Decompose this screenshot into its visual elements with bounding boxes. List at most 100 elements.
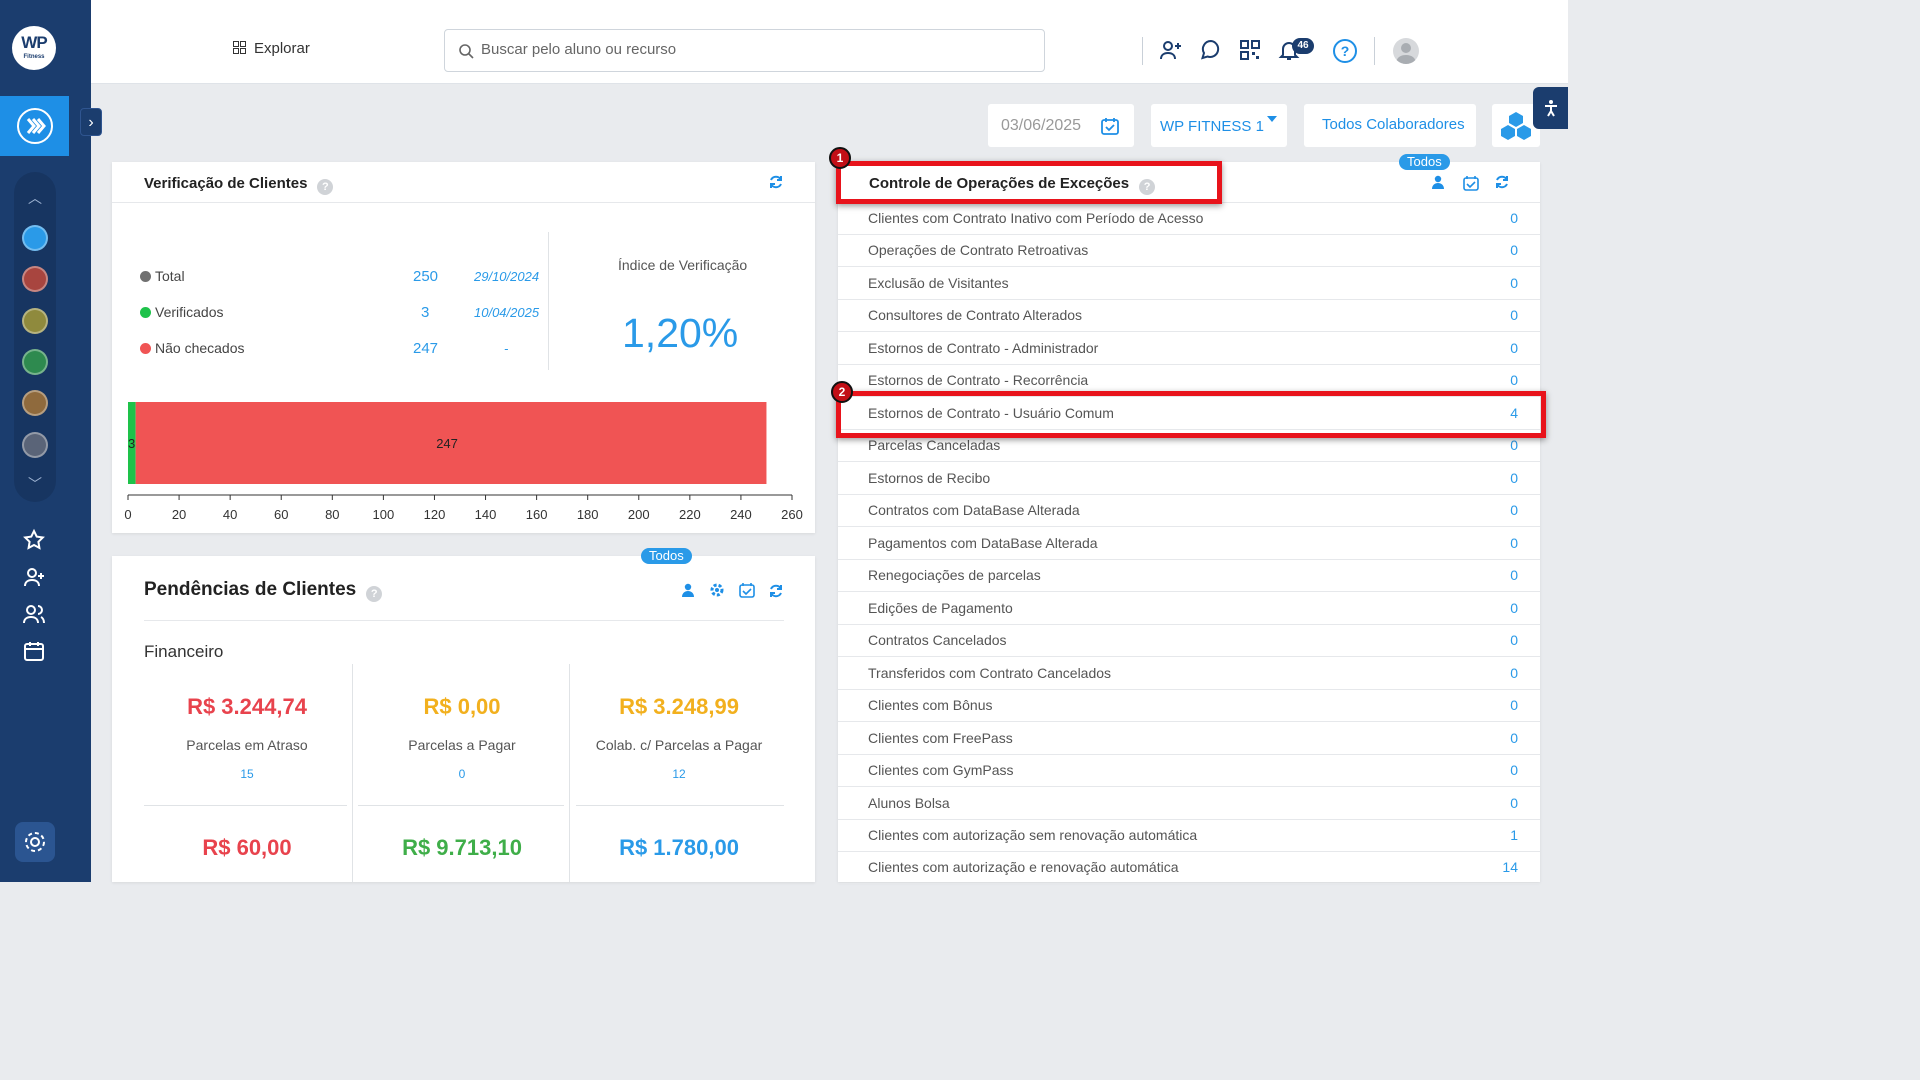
help-icon[interactable]: ?	[317, 179, 334, 195]
exception-row[interactable]: Alunos Bolsa 0	[838, 787, 1540, 820]
search-box[interactable]	[444, 29, 1045, 72]
refresh-icon[interactable]	[768, 583, 784, 599]
chevron-down-icon[interactable]: ﹀	[14, 474, 56, 494]
nao-checados-date: -	[504, 341, 509, 356]
exception-row[interactable]: Pagamentos com DataBase Alterada 0	[838, 527, 1540, 560]
module-agenda-icon[interactable]	[22, 390, 48, 416]
legend-dot	[140, 271, 151, 282]
divider	[144, 805, 347, 806]
grid-icon	[233, 41, 246, 54]
star-icon[interactable]	[22, 528, 48, 554]
exception-row[interactable]: Estornos de Contrato - Administrador 0	[838, 332, 1540, 365]
module-vendas-icon[interactable]	[22, 349, 48, 375]
legend-total: Total	[140, 268, 185, 284]
bar-data-label-1: 247	[436, 436, 458, 451]
refresh-icon[interactable]	[1494, 174, 1510, 190]
x-tick-label-260: 260	[781, 507, 803, 522]
search-input[interactable]	[481, 41, 1021, 58]
avatar[interactable]	[1393, 38, 1419, 64]
company-select[interactable]: WP FITNESS 1	[1151, 104, 1287, 147]
label-colab-parcelas: Colab. c/ Parcelas a Pagar	[595, 737, 763, 753]
exception-row[interactable]: Renegociações de parcelas 0	[838, 559, 1540, 592]
exception-row[interactable]: Clientes com GymPass 0	[838, 754, 1540, 787]
exception-row[interactable]: Estornos de Recibo 0	[838, 462, 1540, 495]
pendencias-panel: Pendências de Clientes? Todos Financeiro…	[112, 548, 815, 882]
chevron-up-icon[interactable]: ︿	[14, 188, 56, 208]
users-icon[interactable]	[22, 602, 48, 628]
verificados-date: 10/04/2025	[474, 305, 540, 320]
add-user-icon[interactable]	[22, 565, 48, 591]
total-count[interactable]: 250	[413, 268, 438, 285]
exception-row[interactable]: Contratos com DataBase Alterada 0	[838, 494, 1540, 527]
collaborators-filter[interactable]: Todos Colaboradores	[1304, 104, 1476, 147]
x-tick-label-180: 180	[577, 507, 599, 522]
refresh-icon[interactable]	[768, 174, 784, 190]
add-person-icon[interactable]	[1159, 38, 1183, 62]
divider	[352, 664, 353, 882]
chat-icon[interactable]	[1199, 38, 1223, 62]
explore-button[interactable]: Explorar	[233, 40, 310, 57]
legend-verificados: Verificados	[140, 304, 223, 320]
gear-icon[interactable]	[709, 582, 725, 598]
count-parcelas-atraso[interactable]: 15	[142, 767, 352, 781]
count-parcelas-pagar[interactable]: 0	[357, 767, 567, 781]
user-icon[interactable]	[681, 583, 695, 597]
brand-logo[interactable]: WP Fitness	[12, 26, 56, 70]
top-bar: Explorar 46 ?	[91, 0, 1568, 84]
divider	[112, 202, 815, 203]
module-gestao-icon[interactable]	[22, 432, 48, 458]
calendar-check-icon[interactable]	[739, 582, 755, 598]
nao-checados-count[interactable]: 247	[413, 340, 438, 357]
amount-parcelas-pagar: R$ 0,00	[423, 694, 501, 719]
active-module-button[interactable]	[0, 96, 69, 156]
exception-row[interactable]: Clientes com autorização sem renovação a…	[838, 819, 1540, 852]
legend-nao-checados: Não checados	[140, 340, 245, 356]
user-icon[interactable]	[1431, 175, 1445, 189]
divider	[144, 620, 784, 621]
bar-data-label-0: 3	[128, 436, 135, 451]
module-crm-icon[interactable]	[22, 266, 48, 292]
count-colab-parcelas[interactable]: 12	[574, 767, 784, 781]
exception-row[interactable]: Edições de Pagamento 0	[838, 592, 1540, 625]
annotation-marker-2: 2	[831, 381, 853, 403]
amount-parcelas-atraso: R$ 3.244,74	[187, 694, 307, 719]
section-title: Financeiro	[144, 642, 224, 661]
index-label: Índice de Verificação	[618, 257, 748, 273]
panel-title: Verificação de Clientes?	[144, 175, 334, 195]
exception-row[interactable]: Contratos Cancelados 0	[838, 624, 1540, 657]
exception-row[interactable]: Clientes com autorização e renovação aut…	[838, 851, 1540, 884]
cubes-icon	[1501, 112, 1531, 140]
exception-row[interactable]: Transferidos com Contrato Cancelados 0	[838, 657, 1540, 690]
accessibility-tab[interactable]	[1533, 87, 1568, 129]
calendar-icon[interactable]	[22, 639, 48, 665]
exception-row[interactable]: Clientes com FreePass 0	[838, 722, 1540, 755]
date-filter[interactable]: 03/06/2025	[988, 104, 1134, 147]
calendar-check-icon[interactable]	[1463, 175, 1479, 191]
x-tick-label-20: 20	[172, 507, 186, 522]
exception-row[interactable]: Clientes com Contrato Inativo com Períod…	[838, 202, 1540, 235]
qr-code-icon[interactable]	[1238, 38, 1262, 62]
exception-row[interactable]: Exclusão de Visitantes 0	[838, 267, 1540, 300]
sidebar: WP Fitness › ︿ ﹀	[0, 0, 102, 882]
divider	[548, 232, 549, 370]
exception-row[interactable]: Operações de Contrato Retroativas 0	[838, 234, 1540, 267]
label-parcelas-pagar: Parcelas a Pagar	[408, 737, 516, 753]
expand-sidebar-button[interactable]: ›	[80, 108, 102, 136]
verificados-count[interactable]: 3	[421, 304, 429, 321]
module-treino-icon[interactable]	[22, 225, 48, 251]
help-icon[interactable]: ?	[366, 586, 383, 602]
x-tick-label-100: 100	[373, 507, 395, 522]
exception-row[interactable]: Consultores de Contrato Alterados 0	[838, 299, 1540, 332]
x-tick-label-160: 160	[526, 507, 548, 522]
divider	[576, 805, 784, 806]
module-logo-icon	[17, 108, 53, 144]
exception-row[interactable]: Clientes com Bônus 0	[838, 689, 1540, 722]
help-icon[interactable]: ?	[1332, 38, 1357, 63]
module-financeiro-icon[interactable]	[22, 308, 48, 334]
highlight-box-row	[836, 391, 1546, 438]
highlight-box-title	[836, 161, 1222, 204]
todos-badge[interactable]: Todos	[1399, 154, 1450, 170]
todos-badge[interactable]: Todos	[641, 548, 692, 564]
x-tick-label-240: 240	[730, 507, 752, 522]
settings-button[interactable]	[15, 822, 55, 862]
